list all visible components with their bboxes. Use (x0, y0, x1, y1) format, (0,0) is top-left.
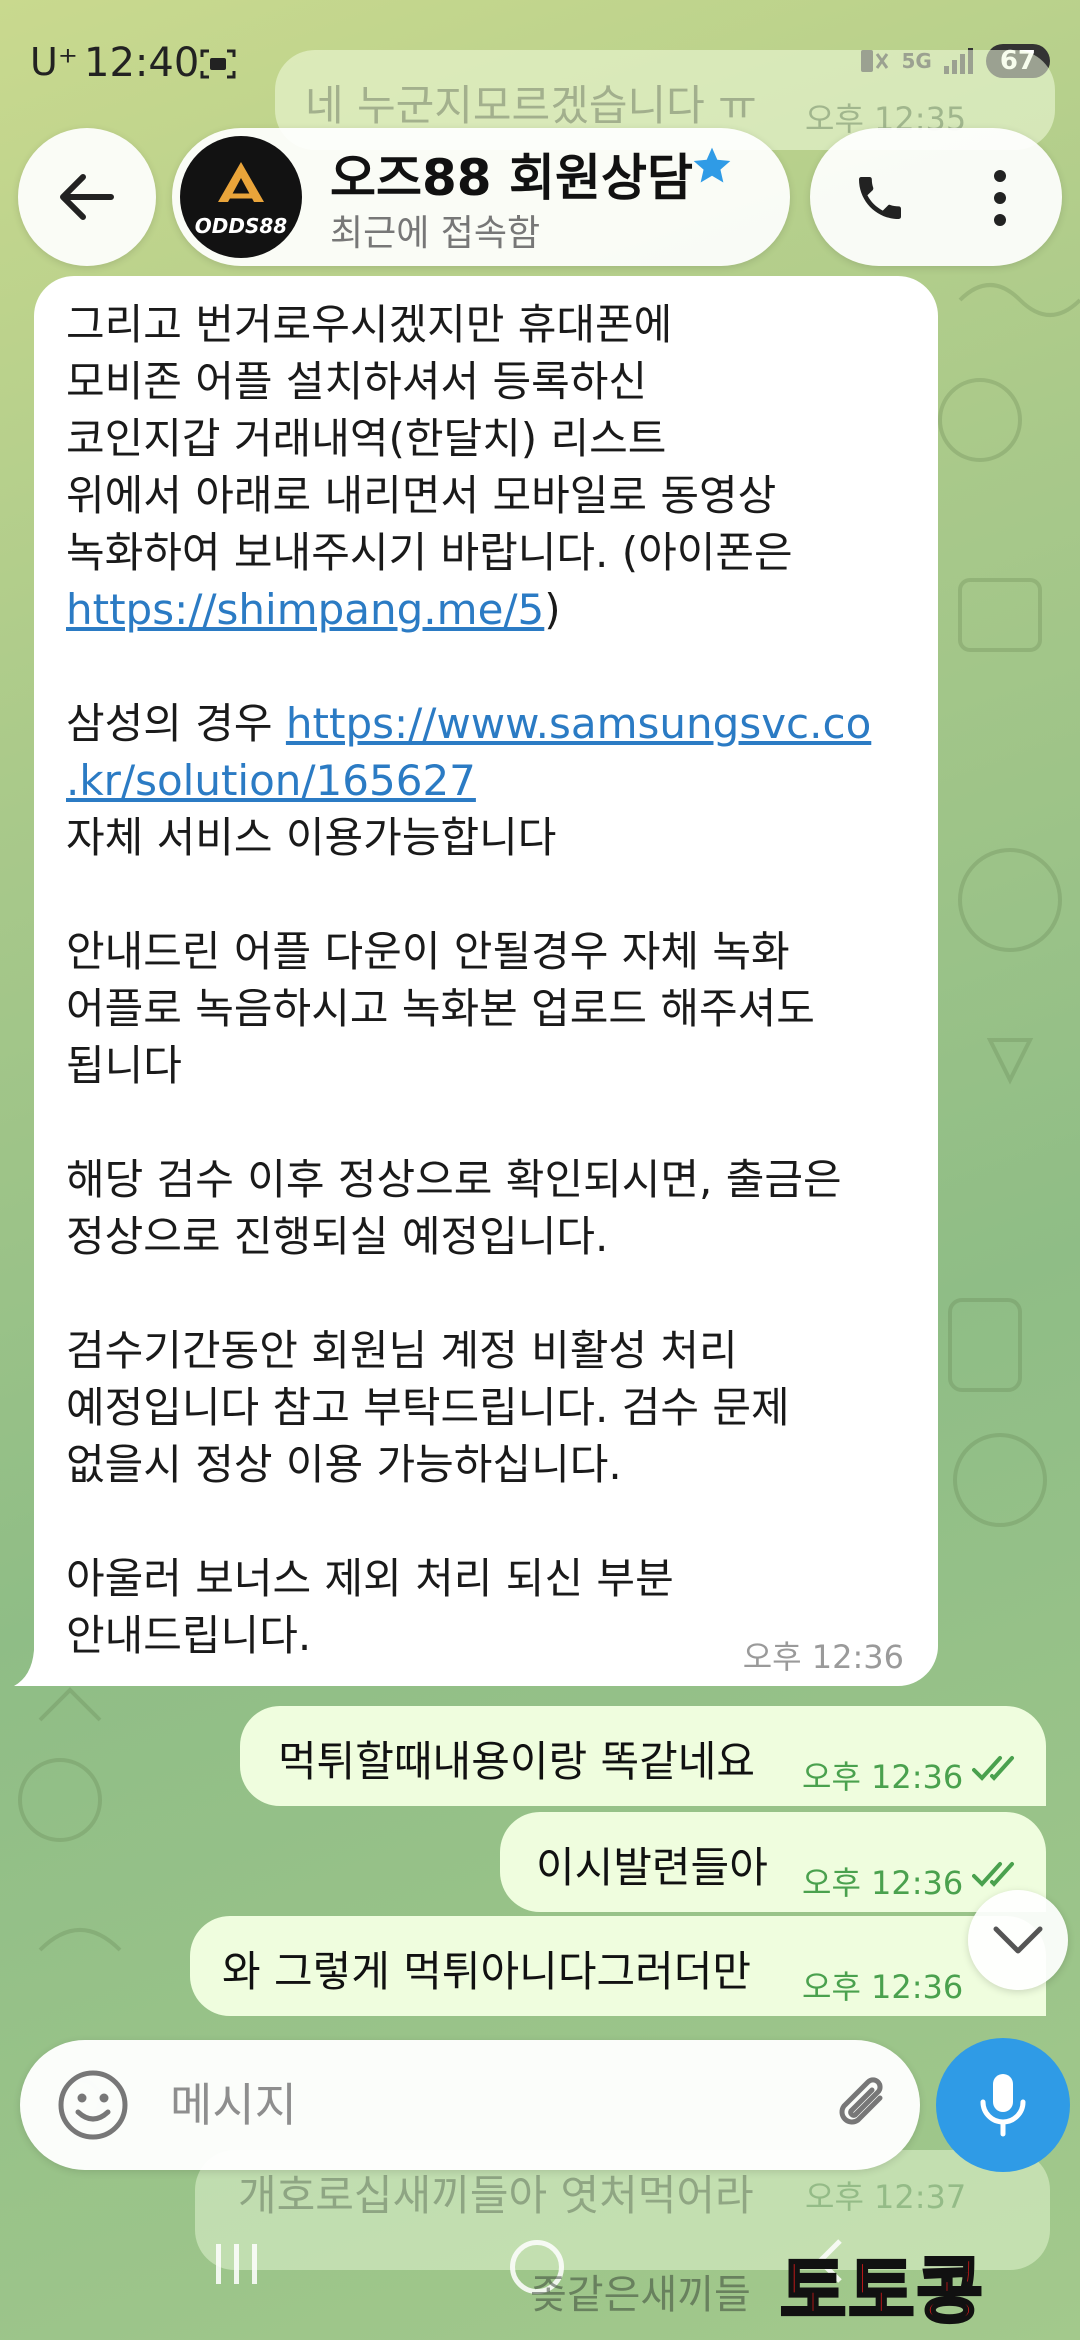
more-options-button[interactable] (960, 158, 1040, 238)
outgoing-message-text: 먹튀할때내용이랑 똑같네요 (278, 1737, 756, 1786)
arrow-left-icon (60, 174, 114, 220)
back-button[interactable] (18, 128, 156, 266)
message-line: 없을시 정상 이용 가능하십니다. (66, 1440, 622, 1489)
paperclip-icon[interactable] (828, 2070, 898, 2140)
scroll-down-button[interactable] (968, 1890, 1068, 1990)
watermark: 토토콩 (779, 2248, 985, 2335)
carrier-label: U⁺ (30, 40, 78, 84)
message-line: 위에서 아래로 내리면서 모바일로 동영상 (66, 471, 777, 520)
outgoing-message-time: 오후 12:36 (802, 1864, 964, 1902)
message-line: 그리고 번거로우시겠지만 휴대폰에 (66, 300, 673, 349)
last-seen-status: 최근에 접속함 (330, 213, 541, 254)
verified-star-icon (693, 147, 731, 183)
outgoing-message-text: 이시발련들아 (536, 1843, 768, 1892)
samsung-link-part2[interactable]: .kr/solution/165627 (66, 756, 476, 805)
outgoing-message-text: 개호로십새끼들아 엿처먹어라 (238, 2171, 754, 2220)
recent-apps-icon[interactable] (212, 2240, 262, 2288)
odds88-logo-icon (218, 162, 264, 202)
microphone-icon (980, 2074, 1026, 2137)
message-line: 아울러 보너스 제외 처리 되신 부분 (66, 1554, 674, 1603)
outgoing-message-text: 와 그렇게 먹튀아니다그러더만 (222, 1947, 752, 1996)
more-vertical-icon (994, 170, 1006, 226)
message-line: 어플로 녹음하시고 녹화본 업로드 해주셔도 (66, 984, 815, 1033)
screenshot-icon (200, 49, 236, 79)
chevron-down-icon (993, 1926, 1043, 1954)
outgoing-message-time: 오후 12:36 (802, 1968, 964, 2006)
message-line: 코인지갑 거래내역(한달치) 리스트 (66, 414, 667, 463)
chat-header[interactable]: ODDS88 오즈88 회원상담 최근에 접속함 (172, 128, 790, 266)
message-line: 안내드린 어플 다운이 안될경우 자체 녹화 (66, 927, 790, 976)
message-line: 됩니다 (66, 1041, 182, 1090)
double-check-icon (972, 1862, 1014, 1887)
incoming-message-text: 그리고 번거로우시겠지만 휴대폰에 모비존 어플 설치하셔서 등록하신 코인지갑… (66, 296, 926, 1664)
voice-record-button[interactable] (936, 2038, 1070, 2172)
avatar[interactable]: ODDS88 (180, 136, 302, 258)
message-line: 정상으로 진행되실 예정입니다. (66, 1212, 609, 1261)
message-line: 검수기간동안 회원님 계정 비활성 처리 (66, 1326, 738, 1375)
message-line: .kr/solution/165627 (66, 752, 926, 809)
header-actions (810, 128, 1062, 266)
link-suffix: ) (544, 585, 561, 634)
outgoing-message-text: 좆같은새끼들 (530, 2272, 751, 2318)
message-input[interactable] (170, 2070, 810, 2140)
message-line: 모비존 어플 설치하셔서 등록하신 (66, 357, 648, 406)
samsung-prefix: 삼성의 경우 (66, 699, 286, 748)
incoming-message-time: 오후 12:36 (742, 1638, 904, 1676)
avatar-label: ODDS88 (194, 214, 288, 238)
message-line: 예정입니다 참고 부탁드립니다. 검수 문제 (66, 1383, 790, 1432)
outgoing-message-time: 오후 12:36 (802, 1758, 964, 1796)
outgoing-message-time: 오후 12:37 (805, 2178, 967, 2216)
message-line: 해당 검수 이후 정상으로 확인되시면, 출금은 (66, 1155, 842, 1204)
message-line: 자체 서비스 이용가능합니다 (66, 813, 557, 862)
previous-message-text: 네 누군지모르겠습니다 ㅠ (305, 81, 757, 130)
chat-title: 오즈88 회원상담 (330, 149, 693, 207)
emoji-icon[interactable] (56, 2068, 130, 2142)
call-button[interactable] (840, 158, 920, 238)
double-check-icon (972, 1756, 1014, 1781)
message-composer (20, 2040, 920, 2170)
phone-icon (859, 177, 901, 219)
message-line: 녹화하여 보내주시기 바랍니다. (아이폰은 (66, 528, 793, 577)
clock: 12:40 (84, 40, 200, 86)
message-line: https://shimpang.me/5) (66, 581, 926, 638)
message-line: 삼성의 경우 https://www.samsungsvc.co (66, 695, 926, 752)
shimpang-link[interactable]: https://shimpang.me/5 (66, 585, 544, 634)
samsung-link-part1[interactable]: https://www.samsungsvc.co (286, 699, 871, 748)
